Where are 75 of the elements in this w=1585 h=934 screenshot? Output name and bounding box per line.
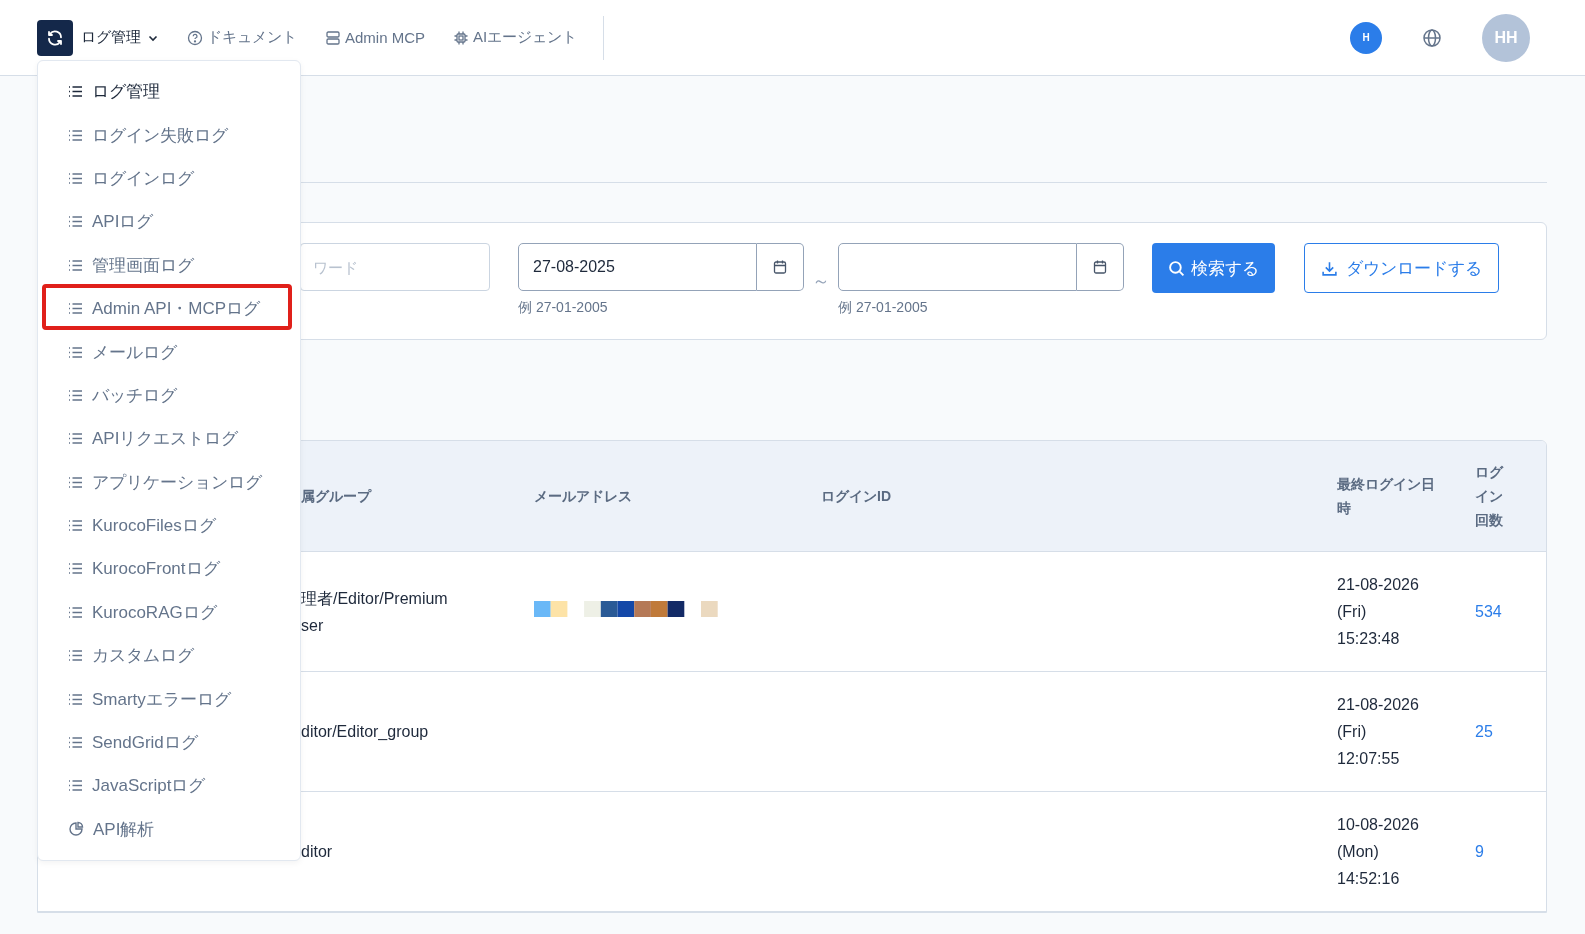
refresh-logo-button[interactable] [37,19,73,56]
list-icon [68,128,83,142]
list-icon [68,345,83,359]
list-icon [68,475,83,489]
download-button[interactable]: ダウンロードする [1304,243,1499,293]
list-icon [68,215,83,229]
table-cell: ditor/Editor_group [301,723,429,740]
list-icon [68,692,83,706]
search-button[interactable]: 検索する [1152,243,1275,293]
menu-item[interactable]: KurocoFrontログ [38,547,300,591]
table-cell: 21-08-2026 (Fri) 15:23:48 [1337,576,1419,647]
date-field[interactable]: 27-08-2025 [518,243,757,291]
menu-item[interactable]: カスタムログ [38,634,300,678]
date-hint: 例 27-01-2005 [838,299,929,317]
nav-link[interactable]: ドキュメント [187,28,297,47]
menu-item[interactable]: APIリクエストログ [38,417,300,461]
log-menu-button[interactable]: ログ管理 [81,28,159,47]
list-icon [68,779,83,793]
list-icon [68,736,83,750]
nav-link[interactable]: Admin MCP [325,29,426,46]
pie-chart-icon [68,821,84,838]
list-icon [68,85,83,99]
menu-item[interactable]: バッチログ [38,373,300,418]
globe-icon[interactable] [1422,27,1442,48]
search-icon [1168,259,1185,277]
help-icon [187,29,203,46]
calendar-icon [772,259,788,275]
menu-item[interactable]: APIログ [38,200,300,244]
menu-item[interactable]: KurocoRAGログ [38,590,300,635]
column-header: 最終ログイン日時 [1337,475,1436,518]
list-icon [68,605,83,619]
calendar-button[interactable] [1077,243,1124,291]
list-icon [68,258,83,272]
menu-item[interactable]: JavaScriptログ [38,764,300,808]
menu-item[interactable]: API解析 [38,807,300,852]
menu-item[interactable]: 管理画面ログ [38,243,300,287]
menu-item[interactable]: メールログ [38,330,300,374]
keyword-field[interactable]: ワード [300,243,490,291]
menu-item[interactable]: Smartyエラーログ [38,677,300,721]
date-hint: 例 27-01-2005 [518,299,609,317]
table-cell: 理者/Editor/Premium ser [301,589,448,634]
chip-icon [453,29,470,46]
menu-item[interactable]: KurocoFilesログ [38,503,300,548]
list-icon [68,649,83,663]
column-header: ログインID [821,487,892,506]
menu-item[interactable]: SendGridログ [38,720,300,765]
count-link[interactable]: 25 [1475,723,1493,740]
list-icon [68,302,83,316]
menu-item[interactable]: ログ管理 [38,70,300,114]
calendar-icon [1092,259,1108,275]
date-field[interactable] [838,243,1077,291]
range-separator: ～ [812,270,830,293]
menu-item[interactable]: ログイン失敗ログ [38,113,300,157]
calendar-button[interactable] [757,243,804,291]
table-cell: 21-08-2026 (Fri) 12:07:55 [1337,696,1419,767]
list-icon [68,388,83,402]
menu-item[interactable]: ログインログ [38,156,300,201]
column-header: 属グループ [301,487,373,506]
download-icon [1321,259,1338,277]
column-header: メールアドレス [534,487,633,506]
list-icon [68,171,83,185]
count-link[interactable]: 534 [1475,603,1502,620]
menu-item[interactable]: アプリケーションログ [38,460,300,504]
list-icon [68,562,83,576]
menu-item[interactable]: Admin API・MCPログ [38,286,300,331]
table-cell: ditor [301,843,333,860]
server-icon [325,29,341,46]
column-header: ログイン回数 [1475,463,1505,530]
list-icon [68,519,83,533]
nav-link[interactable]: AIエージェント [453,28,578,47]
refresh-icon [46,28,64,47]
list-icon [68,432,83,446]
user-badge[interactable]: H [1350,21,1382,54]
count-link[interactable]: 9 [1475,843,1484,860]
table-cell: 10-08-2026 (Mon) 14:52:16 [1337,816,1419,887]
